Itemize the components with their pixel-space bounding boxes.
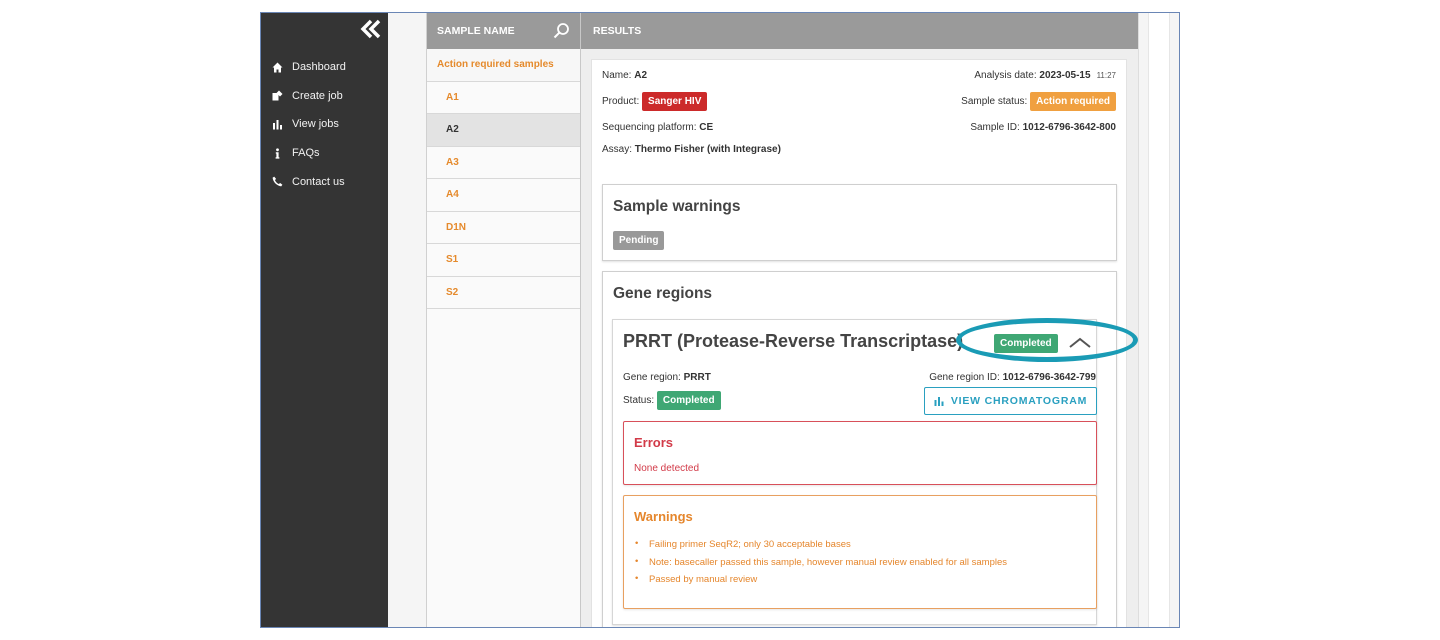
analysis-date: Analysis date: 2023-05-15 11:27 — [974, 70, 1116, 81]
sidebar-item-label: Dashboard — [292, 61, 346, 74]
warning-item: Note: basecaller passed this sample, how… — [634, 556, 1007, 575]
status-label: Status: — [623, 395, 655, 407]
gene-regions-title: Gene regions — [613, 285, 713, 302]
warning-item: Failing primer SeqR2; only 30 acceptable… — [634, 538, 1007, 557]
sidebar-item-label: FAQs — [292, 147, 320, 160]
errors-title: Errors — [634, 435, 674, 450]
sample-id-label: Sample ID: — [970, 122, 1020, 133]
collapse-sidebar-icon[interactable] — [360, 19, 382, 39]
view-chromatogram-label: VIEW CHROMATOGRAM — [950, 395, 1088, 407]
gene-region-card: PRRT (Protease-Reverse Transcriptase) Co… — [612, 319, 1097, 625]
sidebar: Dashboard Create job View jobs FAQs Cont… — [261, 13, 388, 627]
platform-value: CE — [699, 122, 714, 133]
info-icon — [271, 147, 283, 159]
chevron-up-icon[interactable] — [1069, 337, 1091, 349]
gene-region-card-title: PRRT (Protease-Reverse Transcriptase) — [623, 331, 964, 351]
sample-item-a3[interactable]: A3 — [427, 146, 580, 179]
gene-regions-panel: Gene regions PRRT (Protease-Reverse Tran… — [602, 271, 1117, 627]
sample-status-badge: Action required — [1030, 92, 1116, 111]
results-header: RESULTS — [581, 13, 1138, 49]
home-icon — [271, 61, 283, 73]
errors-box: Errors None detected — [623, 421, 1097, 485]
analysis-time: 11:27 — [1096, 71, 1116, 80]
sample-status: Sample status: Action required — [961, 92, 1116, 111]
right-scroll-track — [1148, 13, 1170, 627]
warnings-list: Failing primer SeqR2; only 30 acceptable… — [634, 538, 1007, 592]
sidebar-nav: Dashboard Create job View jobs FAQs Cont… — [261, 53, 388, 196]
bar-chart-icon — [271, 118, 283, 130]
name-value: A2 — [634, 70, 648, 81]
sample-name: Name: A2 — [602, 70, 647, 81]
warnings-title: Warnings — [634, 509, 693, 524]
sidebar-item-faqs[interactable]: FAQs — [261, 139, 388, 168]
sample-item-a4[interactable]: A4 — [427, 179, 580, 212]
gene-region-id-value: 1012-6796-3642-799 — [1002, 372, 1096, 383]
status-badge: Completed — [656, 391, 721, 410]
sample-item-a2[interactable]: A2 — [427, 114, 580, 147]
sidebar-item-contact-us[interactable]: Contact us — [261, 167, 388, 196]
results-heading: RESULTS — [593, 25, 642, 37]
sample-warnings-title: Sample warnings — [613, 198, 741, 215]
sample-warnings-panel: Sample warnings Pending — [602, 184, 1117, 261]
sample-list-panel: SAMPLE NAME Action required samples A1 A… — [426, 13, 581, 627]
action-required-section-label: Action required samples — [427, 49, 580, 82]
sample-item-a1[interactable]: A1 — [427, 81, 580, 114]
results-panel: RESULTS Name: A2 Analysis date: 2023-05-… — [581, 13, 1138, 627]
errors-text: None detected — [634, 463, 700, 474]
sidebar-item-label: View jobs — [292, 118, 339, 131]
assay-label: Assay: — [602, 144, 633, 155]
name-label: Name: — [602, 70, 632, 81]
search-icon[interactable] — [553, 22, 570, 39]
sidebar-item-view-jobs[interactable]: View jobs — [261, 110, 388, 139]
analysis-date-value: 2023-05-15 — [1039, 70, 1091, 81]
analysis-date-label: Analysis date: — [974, 70, 1037, 81]
product-badge: Sanger HIV — [642, 92, 708, 111]
phone-icon — [271, 176, 283, 188]
sample-name-heading: SAMPLE NAME — [437, 25, 515, 37]
warning-item: Passed by manual review — [634, 573, 1007, 592]
right-scroll-gutter — [1138, 13, 1179, 627]
create-job-icon — [271, 90, 283, 102]
sidebar-item-label: Contact us — [292, 175, 345, 188]
sidebar-item-create-job[interactable]: Create job — [261, 82, 388, 111]
sample-item-d1n[interactable]: D1N — [427, 211, 580, 244]
gene-region-value: PRRT — [683, 372, 711, 383]
app-window: Dashboard Create job View jobs FAQs Cont… — [260, 12, 1180, 628]
product-label: Product: — [602, 96, 640, 108]
gene-region: Gene region: PRRT — [623, 372, 711, 383]
platform-label: Sequencing platform: — [602, 122, 697, 133]
assay: Assay: Thermo Fisher (with Integrase) — [602, 144, 781, 155]
pending-badge: Pending — [613, 231, 665, 250]
gene-region-label: Gene region: — [623, 372, 681, 383]
sidebar-item-dashboard[interactable]: Dashboard — [261, 53, 388, 82]
product: Product: Sanger HIV — [602, 92, 708, 111]
sample-id: Sample ID: 1012-6796-3642-800 — [970, 122, 1116, 133]
sequencing-platform: Sequencing platform: CE — [602, 122, 713, 133]
sample-id-value: 1012-6796-3642-800 — [1022, 122, 1116, 133]
content-gutter — [388, 13, 426, 627]
gene-region-id-label: Gene region ID: — [929, 372, 1000, 383]
sidebar-item-label: Create job — [292, 89, 343, 102]
sample-list-header: SAMPLE NAME — [427, 13, 580, 49]
assay-value: Thermo Fisher (with Integrase) — [634, 144, 781, 155]
gene-region-id: Gene region ID: 1012-6796-3642-799 — [929, 372, 1096, 383]
sample-item-s1[interactable]: S1 — [427, 244, 580, 277]
results-card: Name: A2 Analysis date: 2023-05-15 11:27 … — [591, 59, 1127, 627]
sample-item-s2[interactable]: S2 — [427, 276, 580, 309]
warnings-box: Warnings Failing primer SeqR2; only 30 a… — [623, 495, 1097, 609]
view-chromatogram-button[interactable]: VIEW CHROMATOGRAM — [924, 387, 1097, 415]
gene-status: Status: Completed — [623, 391, 721, 410]
bar-chart-icon — [934, 397, 944, 406]
gene-region-status-badge: Completed — [994, 334, 1058, 353]
sample-status-label: Sample status: — [961, 96, 1028, 108]
